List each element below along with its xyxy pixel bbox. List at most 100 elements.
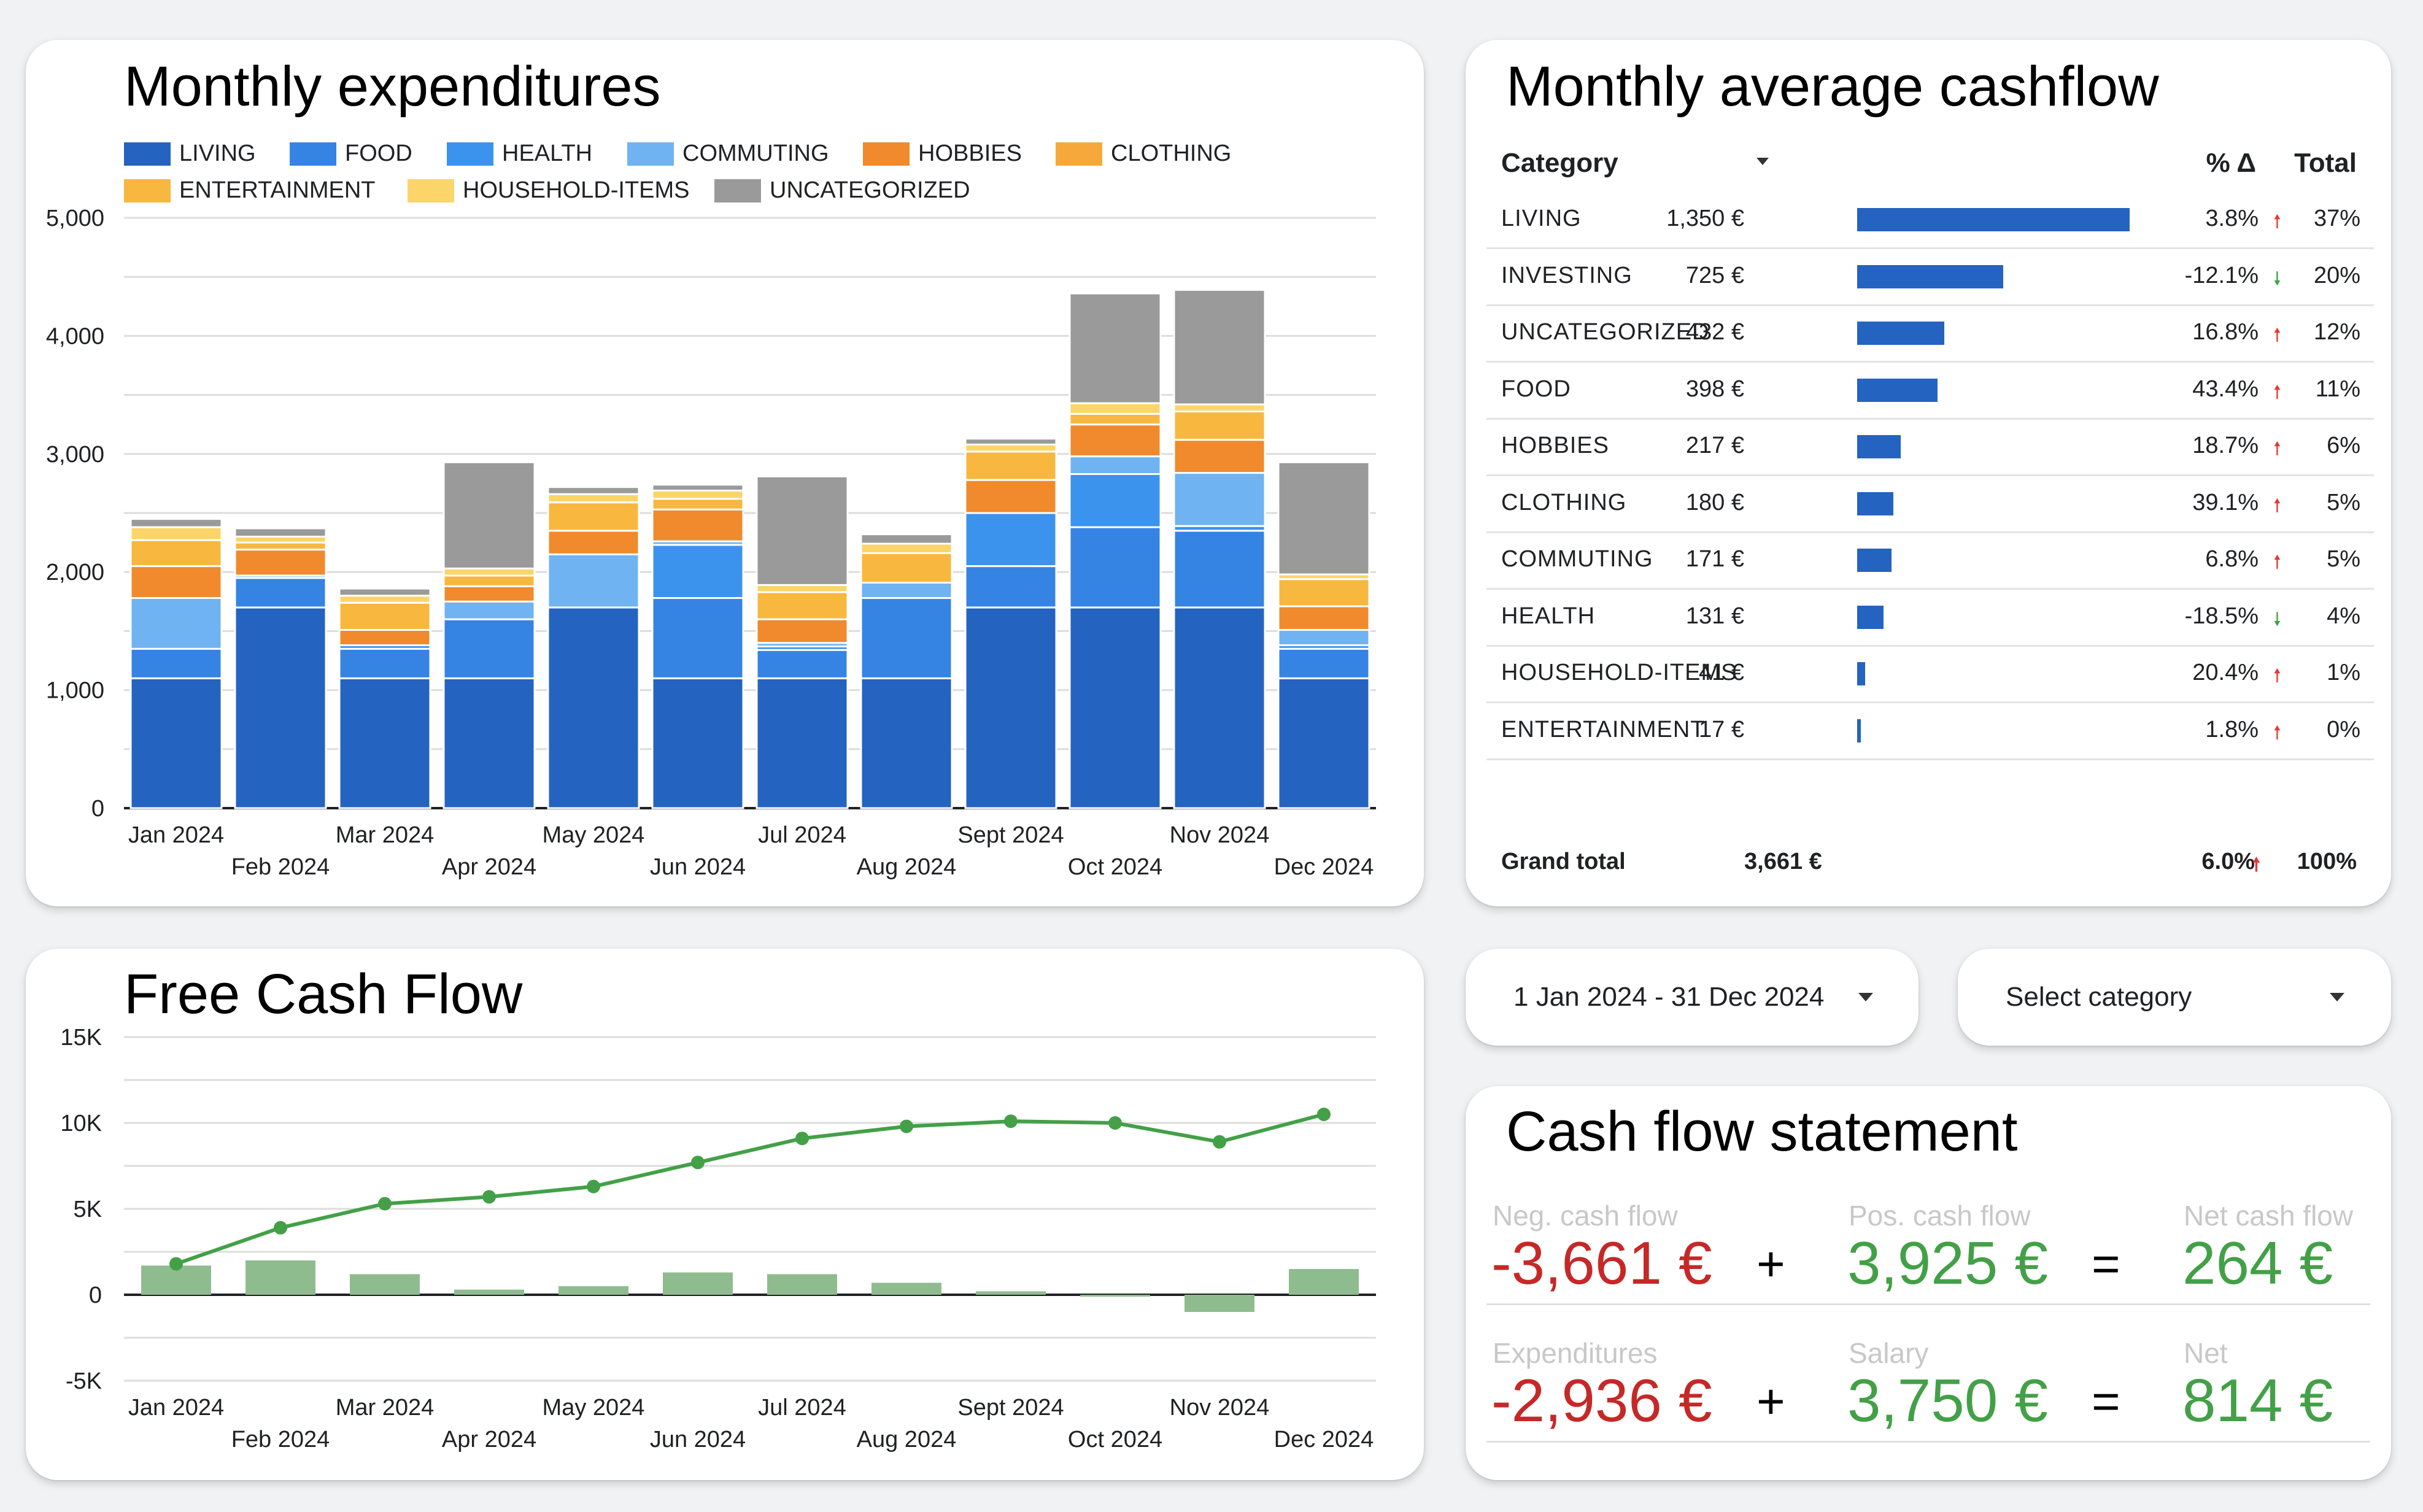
neg-cash-flow-value: -3,661 € <box>1491 1229 1712 1297</box>
neg-cash-flow-label: Neg. cash flow <box>1493 1200 1678 1232</box>
bar-segment-food <box>964 565 1057 609</box>
x-tick-label: Oct 2024 <box>1068 854 1162 880</box>
salary-value: 3,750 € <box>1847 1367 2048 1434</box>
x-tick-label: Sept 2024 <box>957 1395 1064 1421</box>
bar-segment-living <box>442 677 536 809</box>
cash-flow-bar <box>871 1282 941 1295</box>
sort-caret-icon[interactable] <box>1756 158 1769 165</box>
bar-segment-health <box>1069 473 1162 528</box>
x-tick-label: Oct 2024 <box>1068 1427 1162 1452</box>
up-arrow-icon: 🠕 <box>2273 552 2281 573</box>
expenditures-label: Expenditures <box>1493 1337 1658 1369</box>
y-tick-label: 5,000 <box>46 206 104 231</box>
bar-segment-uncategorized <box>129 518 223 528</box>
bar-segment-entertainment <box>1277 578 1370 608</box>
x-tick-label: Apr 2024 <box>442 854 536 880</box>
grand-total-total: 100% <box>2297 849 2357 874</box>
table-row[interactable]: FOOD 398 € 43.4% 🠕 11% <box>1486 361 2374 420</box>
line-point <box>795 1132 809 1146</box>
free-cash-flow-card: Free Cash Flow -5K 0 5K 10K 15K Jan 2024 Feb 2… <box>26 949 1424 1480</box>
category-dropdown[interactable]: Select category <box>1958 949 2391 1046</box>
row-total: 5% <box>2327 489 2360 515</box>
bar-segment-entertainment <box>442 574 536 587</box>
cash-flow-bar <box>350 1274 420 1295</box>
date-range-dropdown[interactable]: 1 Jan 2024 - 31 Dec 2024 <box>1466 949 1919 1046</box>
line-point <box>482 1190 496 1204</box>
row-amount: 217 € <box>1685 433 1744 458</box>
table-row[interactable]: ENTERTAINMENT 17 € 1.8% 🠕 0% <box>1486 702 2374 760</box>
table-row[interactable]: INVESTING 725 € -12.1% 🠗 20% <box>1486 248 2374 306</box>
bar-segment-living <box>129 677 223 809</box>
row-total: 5% <box>2327 546 2360 572</box>
bar-segment-living <box>755 677 849 809</box>
monthly-average-cashflow-title: Monthly average cashflow <box>1506 55 2159 118</box>
plus-operator: + <box>1756 1236 1785 1291</box>
cash-flow-statement-title: Cash flow statement <box>1506 1100 2018 1163</box>
x-tick-label: Aug 2024 <box>857 854 957 880</box>
column-header-total[interactable]: Total <box>2294 148 2357 179</box>
line-point <box>691 1155 705 1170</box>
column-header-category[interactable]: Category <box>1501 148 1618 179</box>
row-total: 20% <box>2313 262 2360 288</box>
row-category: LIVING <box>1501 206 1582 231</box>
row-bar <box>1857 549 1892 572</box>
free-cash-flow-chart: -5K 0 5K 10K 15K Jan 2024 Feb 2024Mar 2024 Apr … <box>60 1025 1376 1452</box>
bar-segment-living <box>651 677 744 809</box>
bar-segment-food <box>755 649 849 679</box>
table-row[interactable]: CLOTHING 180 € 39.1% 🠕 5% <box>1486 475 2374 533</box>
row-bar <box>1857 719 1861 742</box>
bar-segment-entertainment <box>964 450 1057 481</box>
x-tick-label: Jan 2024 <box>128 1395 224 1421</box>
bar-segment-commuting <box>1277 628 1370 646</box>
bar-segment-commuting <box>547 553 640 609</box>
monthly-expenditures-card: Monthly expenditures LIVING FOOD HEALTH COM… <box>26 40 1424 906</box>
x-tick-label: Jul 2024 <box>758 822 846 848</box>
bar-segment-household-items <box>964 443 1057 453</box>
table-row[interactable]: COMMUTING 171 € 6.8% 🠕 5% <box>1486 531 2374 590</box>
y-tick-label: 10K <box>60 1111 102 1136</box>
monthly-average-cashflow-card: Monthly average cashflow Category % Δ To… <box>1466 40 2391 906</box>
y-tick-label: 0 <box>89 1282 102 1308</box>
up-arrow-icon: 🠕 <box>2273 495 2281 516</box>
table-row[interactable]: LIVING 1,350 € 3.8% 🠕 37% <box>1486 191 2374 249</box>
row-bar <box>1857 605 1884 629</box>
bar-segment-uncategorized <box>755 475 849 586</box>
bar-segment-uncategorized <box>964 438 1057 446</box>
row-bar <box>1857 662 1866 685</box>
bar-segment-living <box>1069 606 1162 809</box>
bar-segment-commuting <box>129 597 223 650</box>
category-select-label: Select category <box>2006 982 2192 1012</box>
bar-segment-hobbies <box>1173 439 1266 474</box>
bar-segment-living <box>338 677 431 809</box>
equals-operator: = <box>2092 1374 2120 1429</box>
cash-flow-bar <box>454 1289 524 1295</box>
y-tick-label: 5K <box>74 1197 102 1222</box>
bar-segment-uncategorized <box>1173 288 1266 406</box>
expenditures-chart: 0 1,000 2,000 3,000 4,000 5,000 Jan 2024 Feb 20… <box>46 206 1376 880</box>
bar-segment-commuting <box>860 582 953 600</box>
table-row[interactable]: UNCATEGORIZED 432 € 16.8% 🠕 12% <box>1486 304 2374 363</box>
bar-segment-hobbies <box>1277 605 1370 631</box>
table-row[interactable]: HEALTH 131 € -18.5% 🠗 4% <box>1486 588 2374 647</box>
y-tick-label: -5K <box>66 1368 102 1394</box>
row-category: INVESTING <box>1501 262 1633 288</box>
cash-flow-bar <box>1289 1269 1359 1295</box>
column-header-delta[interactable]: % Δ <box>2206 148 2256 179</box>
line-point <box>1004 1114 1018 1128</box>
x-tick-label: Apr 2024 <box>442 1427 536 1452</box>
x-tick-label: Jan 2024 <box>128 822 224 848</box>
table-row[interactable]: HOUSEHOLD-ITEMS 41 €20.4% 🠕 1% <box>1486 645 2374 703</box>
row-delta: 39.1% <box>2192 489 2259 515</box>
table-row[interactable]: HOBBIES 217 € 18.7% 🠕 6% <box>1486 418 2374 476</box>
date-range-label: 1 Jan 2024 - 31 Dec 2024 <box>1513 982 1825 1012</box>
bar-segment-uncategorized <box>1277 461 1370 576</box>
cash-flow-bar <box>976 1291 1046 1295</box>
up-arrow-icon: 🠕 <box>2273 439 2281 459</box>
up-arrow-icon: 🠕 <box>2273 212 2281 232</box>
cash-flow-bar <box>1080 1295 1150 1297</box>
chevron-down-icon <box>1858 993 1873 1001</box>
x-tick-label: Sept 2024 <box>957 822 1064 848</box>
row-delta: 1.8% <box>2205 716 2259 742</box>
bar-segment-uncategorized <box>860 533 953 545</box>
pos-cash-flow-label: Pos. cash flow <box>1849 1200 2031 1232</box>
